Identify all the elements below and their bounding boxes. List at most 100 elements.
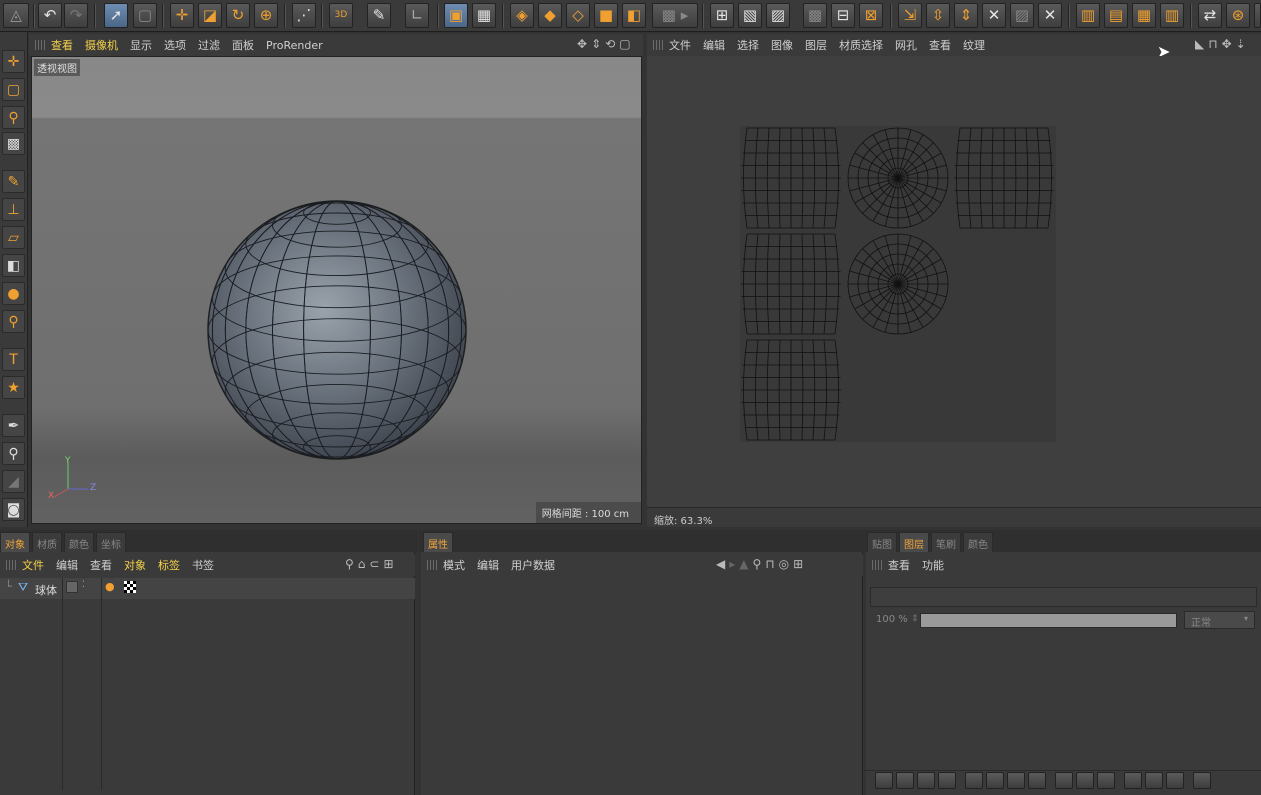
render-icon[interactable]: ◆	[538, 3, 562, 28]
viewport-menu-camera[interactable]: 摄像机	[85, 37, 118, 53]
histogram-icon[interactable]: ◣	[1195, 37, 1204, 51]
undo-icon[interactable]: ↶	[38, 3, 62, 28]
uv-menu-texture[interactable]: 纹理	[963, 37, 985, 53]
stamp-icon[interactable]: ⊥	[2, 198, 25, 221]
delete-layer-icon[interactable]	[1193, 772, 1211, 789]
search-icon[interactable]: ⚲	[345, 557, 354, 571]
dolly-icon[interactable]: ⇣	[1236, 37, 1246, 51]
new-view-icon[interactable]: ⊞	[383, 557, 393, 571]
magic-wand-icon[interactable]: ⚲	[2, 106, 25, 129]
material-tag-icon[interactable]	[124, 581, 136, 593]
uv-menu-image[interactable]: 图像	[771, 37, 793, 53]
uv-polygons-icon[interactable]: ▨	[766, 3, 790, 28]
rectangle-select-icon[interactable]: ▢	[2, 78, 25, 101]
om-menu-view[interactable]: 查看	[90, 557, 112, 573]
relax-icon[interactable]: ▨	[1010, 3, 1034, 28]
disabled-tool-icon[interactable]: ◢	[2, 470, 25, 493]
grid-icon[interactable]: ⊞	[710, 3, 734, 28]
snap-icon[interactable]: ⋰	[292, 3, 316, 28]
om-menu-file[interactable]: 文件	[22, 557, 44, 573]
tab-objects[interactable]: 对象	[0, 532, 30, 552]
tab-colors[interactable]: 颜色	[64, 532, 94, 552]
scale-icon[interactable]: ◪	[198, 3, 222, 28]
fit-icon[interactable]: ⊠	[859, 3, 883, 28]
layers-menu-view[interactable]: 查看	[888, 557, 910, 573]
attr-menu-edit[interactable]: 编辑	[477, 557, 499, 573]
uv-menu-select[interactable]: 选择	[737, 37, 759, 53]
filter-layer-icon[interactable]	[1097, 772, 1115, 789]
swap-icon[interactable]: ⇄	[1198, 3, 1222, 28]
new-view-icon[interactable]: ⊞	[793, 557, 803, 571]
phong-tag-icon[interactable]: ●	[105, 580, 115, 593]
target-icon[interactable]: ⊛	[1226, 3, 1250, 28]
attr-menu-mode[interactable]: 模式	[443, 557, 465, 573]
camera-icon[interactable]: ✕	[1038, 3, 1062, 28]
new-folder-icon[interactable]	[896, 772, 914, 789]
opacity-value[interactable]: 100 %	[876, 614, 908, 625]
search-icon[interactable]: ⚲	[753, 557, 762, 571]
link-icon[interactable]	[1124, 772, 1142, 789]
om-menu-tags[interactable]: 标签	[158, 557, 180, 573]
lock-axis-icon[interactable]: ⊕	[254, 3, 278, 28]
model-mode-icon[interactable]: ▣	[444, 3, 468, 28]
uv-menu-view[interactable]: 查看	[929, 37, 951, 53]
magnify-icon[interactable]: ⚲	[2, 442, 25, 465]
attr-menu-userdata[interactable]: 用户数据	[511, 557, 555, 573]
layout-1-icon[interactable]: ▥	[1076, 3, 1100, 28]
layer-icon[interactable]	[66, 581, 78, 593]
layout-3-icon[interactable]: ▦	[1132, 3, 1156, 28]
live-select-icon[interactable]: ▢	[133, 3, 157, 28]
viewport-menu-display[interactable]: 显示	[130, 37, 152, 53]
eraser-icon[interactable]: ▱	[2, 226, 25, 249]
om-menu-objects[interactable]: 对象	[124, 557, 146, 573]
checker-icon[interactable]: ▩	[2, 132, 25, 155]
uv-editor-view[interactable]	[647, 56, 1261, 507]
layout-2-icon[interactable]: ▤	[1104, 3, 1128, 28]
duplicate-layer-icon[interactable]	[917, 772, 935, 789]
uv-menu-edit[interactable]: 编辑	[703, 37, 725, 53]
blend-mode-select[interactable]: 正常 ▾	[1184, 611, 1255, 629]
viewport-menu-view[interactable]: 查看	[51, 37, 73, 53]
forward-arrow-icon[interactable]: ▸	[729, 557, 735, 571]
star-icon[interactable]: ★	[2, 376, 25, 399]
tab-attributes[interactable]: 属性	[423, 532, 453, 552]
object-name[interactable]: 球体	[35, 582, 57, 598]
effect-icon[interactable]	[1076, 772, 1094, 789]
render-view-icon[interactable]: ◈	[510, 3, 534, 28]
viewport-menu-filter[interactable]: 过滤	[198, 37, 220, 53]
layout-icon[interactable]: ⊟	[831, 3, 855, 28]
up-arrow-icon[interactable]: ▲	[739, 557, 748, 571]
mirror-icon[interactable]: ⇲	[898, 3, 922, 28]
brush-icon[interactable]: ✎	[2, 170, 25, 193]
camera-tool-icon[interactable]: ◙	[2, 498, 25, 521]
lock-icon[interactable]: ⊓	[765, 557, 774, 571]
perspective-viewport[interactable]: 透视视图 Y Z X 网格间距 : 100 cm	[31, 56, 642, 524]
merge-icon[interactable]	[965, 772, 983, 789]
paint-3d-icon[interactable]: 3D	[329, 3, 353, 28]
text-icon[interactable]: T	[2, 348, 25, 371]
orbit-icon[interactable]: ⟲	[605, 37, 615, 51]
overflow-icon[interactable]	[1254, 3, 1261, 28]
tab-maps[interactable]: 贴图	[867, 532, 897, 552]
uv-menu-layer[interactable]: 图层	[805, 37, 827, 53]
select-arrow-icon[interactable]: ➚	[104, 3, 128, 28]
uv-menu-file[interactable]: 文件	[669, 37, 691, 53]
filter-icon[interactable]: ⊂	[369, 557, 379, 571]
opacity-stepper-icon[interactable]: ⇕	[911, 614, 919, 624]
dolly-icon[interactable]: ⇕	[591, 37, 601, 51]
cylinder-icon[interactable]: ◧	[622, 3, 646, 28]
maximize-icon[interactable]: ▢	[619, 37, 630, 51]
tile-icon[interactable]: ✕	[982, 3, 1006, 28]
tab-color[interactable]: 颜色	[963, 532, 993, 552]
uv-select-icon[interactable]: ▩	[803, 3, 827, 28]
plane-icon[interactable]: ▩ ▸	[652, 3, 698, 28]
gradient-icon[interactable]: ◧	[2, 254, 25, 277]
cube-icon[interactable]: ■	[594, 3, 618, 28]
render-settings-icon[interactable]: ◇	[566, 3, 590, 28]
fill-icon[interactable]: ●	[2, 282, 25, 305]
layer-name-field[interactable]	[870, 587, 1257, 607]
rotate-icon[interactable]: ↻	[226, 3, 250, 28]
invert-icon[interactable]	[1007, 772, 1025, 789]
polygon-pen-icon[interactable]: ✎	[367, 3, 391, 28]
uv-menu-mesh[interactable]: 网孔	[895, 37, 917, 53]
